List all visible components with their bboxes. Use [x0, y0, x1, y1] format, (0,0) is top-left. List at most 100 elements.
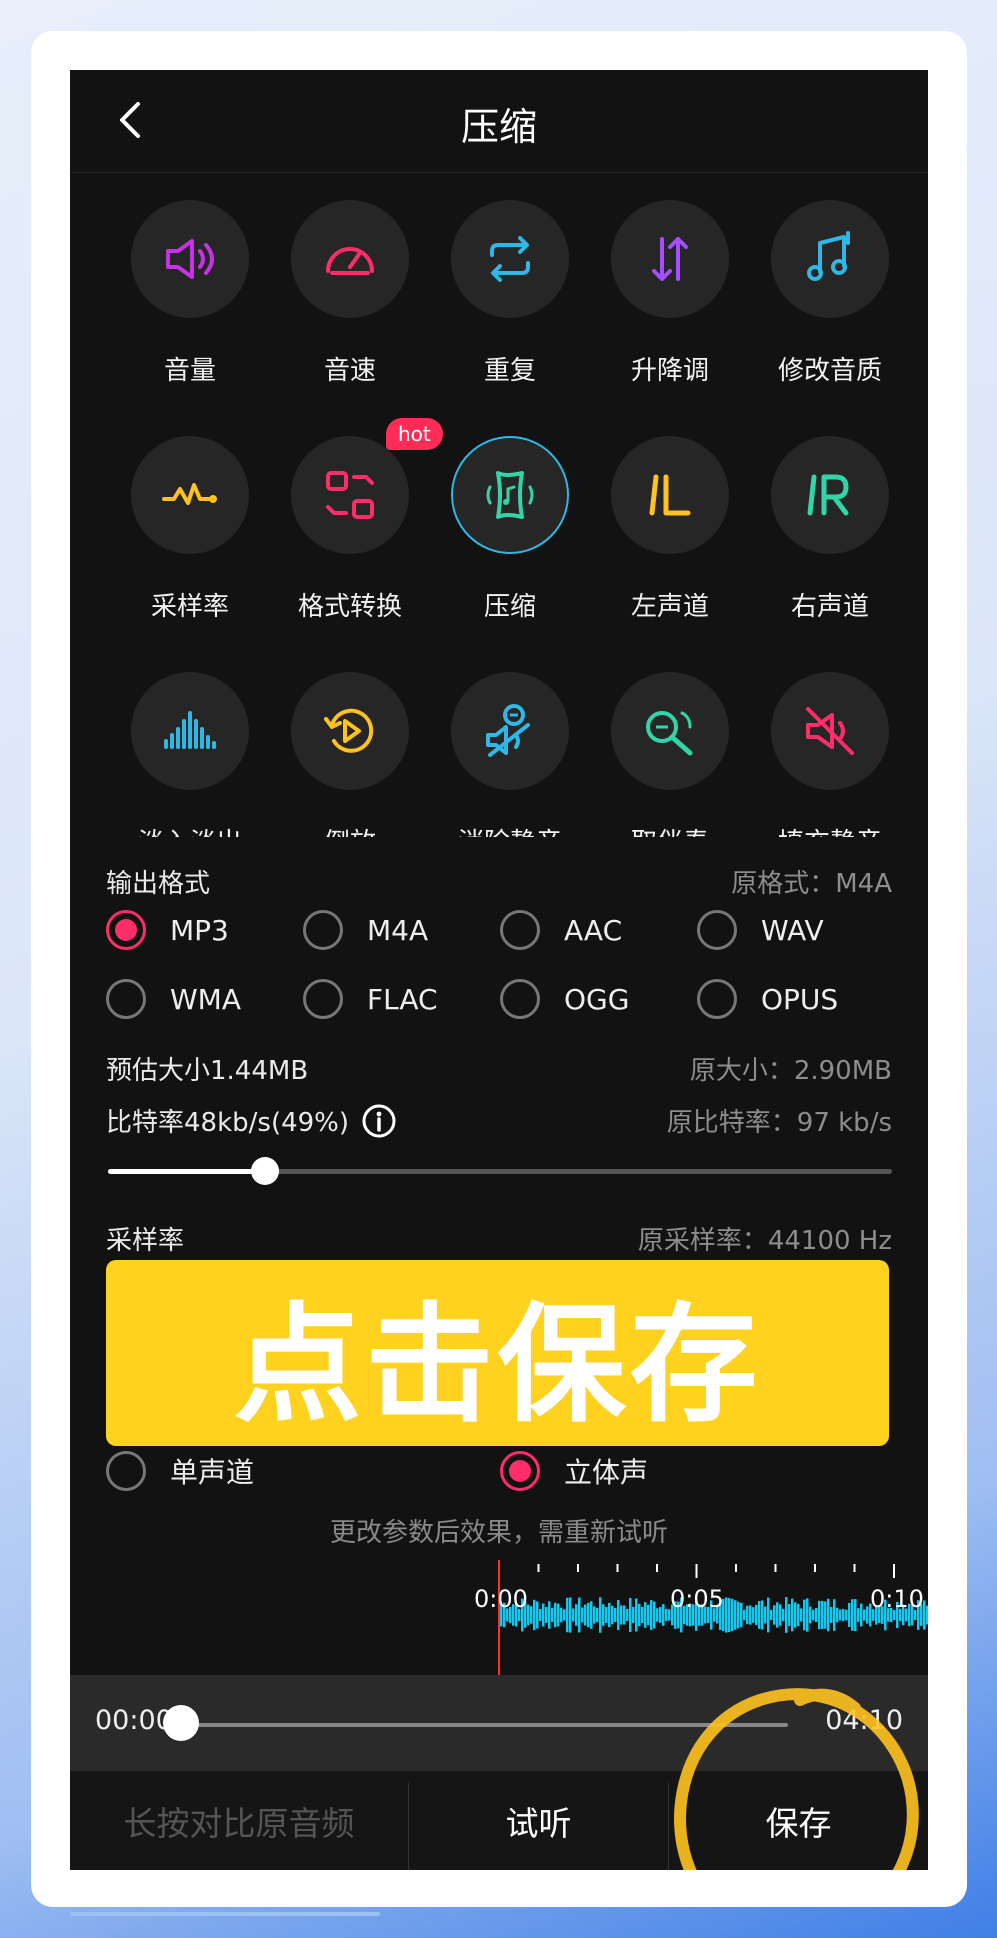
waveform-bar [563, 1609, 566, 1621]
tool-compress[interactable]: 压缩 [430, 436, 590, 623]
tool-fade[interactable]: 淡入淡出 [110, 672, 270, 837]
bitrate-slider-knob[interactable] [250, 1157, 279, 1185]
tool-circle [611, 200, 729, 318]
tool-label: 淡入淡出 [110, 822, 270, 837]
waveform-bar [587, 1602, 590, 1628]
tool-label: 倒放 [270, 822, 430, 837]
tool-label: 重复 [483, 356, 536, 386]
compress-icon [486, 471, 534, 519]
waveform-bar [566, 1597, 569, 1633]
sample-rate-label: 采样率 [106, 1226, 185, 1256]
radio-label: 单声道 [170, 1456, 255, 1489]
channel-radio-stereo[interactable]: 立体声 [500, 1451, 648, 1491]
tool-pitch[interactable]: 升降调 [590, 200, 750, 387]
tool-reverse[interactable]: 倒放 [270, 672, 430, 837]
waveform-bar [767, 1597, 770, 1633]
waveform-bar [776, 1602, 779, 1628]
info-icon[interactable] [361, 1103, 397, 1139]
channel-radio-mono[interactable]: 单声道 [106, 1451, 254, 1491]
waveform-bar [641, 1606, 644, 1624]
tool-quality[interactable]: 修改音质 [750, 200, 910, 387]
format-convert-icon [326, 471, 374, 519]
tool-format-convert[interactable]: hot 格式转换 [270, 418, 443, 623]
right-channel-icon [807, 474, 849, 516]
tool-accompaniment[interactable]: 取伴奏 [590, 672, 750, 837]
format-radio-wma[interactable]: WMA [106, 979, 241, 1019]
waveform-bar [785, 1597, 788, 1633]
tool-sample-rate[interactable]: 采样率 [110, 436, 270, 623]
re-preview-note: 更改参数后效果，需重新试听 [329, 1518, 668, 1548]
waveform-bar [740, 1602, 743, 1628]
tool-volume[interactable]: 音量 [110, 200, 270, 387]
format-radio-opus[interactable]: OPUS [697, 979, 838, 1019]
waveform-bar [755, 1604, 758, 1626]
waveform[interactable] [70, 1560, 928, 1675]
tool-fill-silence[interactable]: 填充静音 [750, 672, 910, 837]
waveform-bar [836, 1607, 839, 1623]
radio-label: OGG [564, 982, 630, 1016]
tool-label: 格式转换 [297, 592, 402, 622]
waveform-bar [788, 1604, 791, 1626]
waveform-time-label: 0:05 [670, 1585, 724, 1613]
tool-label: 采样率 [150, 592, 229, 622]
tool-right-channel[interactable]: 右声道 [750, 436, 910, 623]
waveform-bar [800, 1608, 803, 1622]
waveform-bar [662, 1604, 665, 1626]
click-save-banner: 点击保存 [106, 1260, 889, 1446]
format-radio-aac[interactable]: AAC [500, 910, 622, 950]
playback-progress-knob[interactable] [163, 1705, 199, 1741]
bitrate-slider[interactable] [108, 1157, 892, 1185]
waveform-bar [656, 1608, 659, 1622]
waveform-bar [545, 1606, 548, 1624]
tool-label: 取伴奏 [590, 822, 750, 837]
waveform-bar [779, 1604, 782, 1626]
compare-original-button[interactable]: 长按对比原音频 [70, 1771, 408, 1870]
format-radio-ogg[interactable]: OGG [500, 979, 629, 1019]
waveform-bar [797, 1603, 800, 1627]
tool-speed[interactable]: 音速 [270, 200, 430, 387]
waveform-bar [764, 1606, 767, 1624]
remove-silence-icon [486, 704, 530, 757]
waveform-bar [569, 1597, 572, 1633]
tool-repeat[interactable]: 重复 [430, 200, 590, 387]
tool-label: 音速 [323, 356, 376, 386]
waveform-bar [548, 1601, 551, 1629]
format-radio-wav[interactable]: WAV [697, 910, 824, 950]
waveform-bar [536, 1601, 539, 1629]
tool-circle [771, 672, 889, 790]
original-bitrate: 原比特率：97 kb/s [666, 1108, 892, 1138]
format-radio-m4a[interactable]: M4A [303, 910, 428, 950]
waveform-bar [806, 1598, 809, 1632]
radio-label: WMA [170, 982, 241, 1016]
tool-remove-silence[interactable]: 消除静音 [430, 672, 590, 837]
waveform-time-label: 0:00 [474, 1585, 528, 1613]
radio-label: WAV [761, 913, 824, 947]
volume-icon [166, 239, 214, 279]
pitch-icon [652, 237, 688, 281]
tool-circle [771, 436, 889, 554]
waveform-bar [539, 1609, 542, 1621]
format-radio-mp3[interactable]: MP3 [106, 910, 229, 950]
waveform-bar [635, 1598, 638, 1632]
waveform-bar [773, 1605, 776, 1625]
waveform-bar [596, 1607, 599, 1623]
waveform-bar [743, 1609, 746, 1621]
waveform-bar [629, 1597, 632, 1633]
waveform-bar [725, 1597, 728, 1633]
format-radio-flac[interactable]: FLAC [303, 979, 438, 1019]
radio-label: MP3 [170, 913, 229, 947]
preview-button[interactable]: 试听 [409, 1771, 668, 1870]
waveform-bar [590, 1601, 593, 1629]
radio-dot [697, 910, 737, 950]
waveform-bar [533, 1599, 536, 1631]
reverse-play-icon [324, 708, 374, 753]
microphone-icon [646, 711, 693, 756]
original-sample-rate: 原采样率：44100 Hz [637, 1226, 892, 1256]
tool-circle [771, 200, 889, 318]
waveform-bar [857, 1608, 860, 1622]
tool-left-channel[interactable]: 左声道 [590, 436, 750, 623]
waveform-bar [599, 1597, 602, 1633]
left-channel-icon [649, 474, 691, 516]
waveform-bar [821, 1600, 824, 1630]
tool-label: 填充静音 [750, 822, 910, 837]
